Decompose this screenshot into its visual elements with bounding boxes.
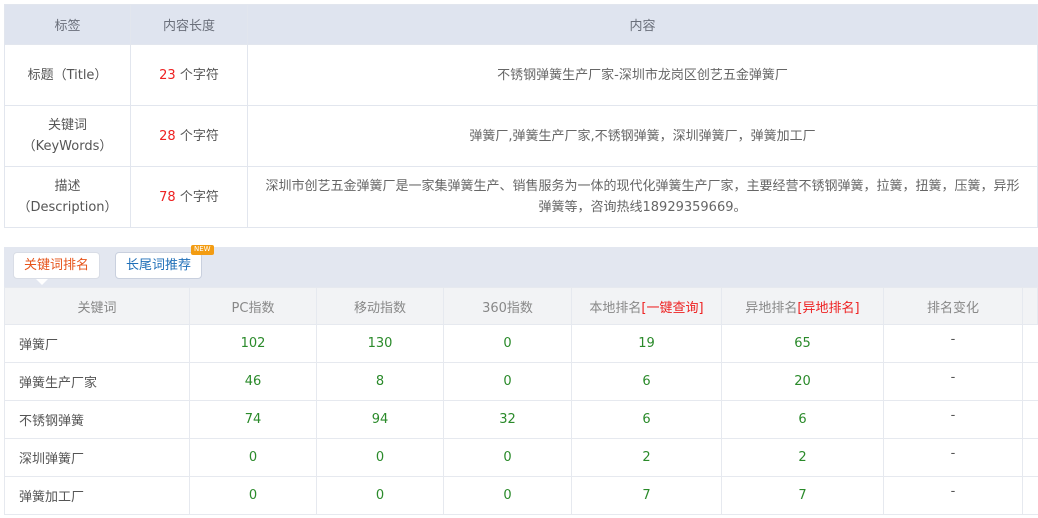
rank-change: - <box>883 400 1023 439</box>
rank-change: - <box>883 362 1023 401</box>
rank-header-remote-label: 异地排名 <box>745 300 798 316</box>
meta-label-text: 标题（Title） <box>27 67 108 83</box>
rank-extra <box>1022 400 1038 439</box>
meta-count: 78 <box>159 189 176 205</box>
rank-pc-index: 0 <box>189 438 317 477</box>
rank-mobile-index: 94 <box>316 400 444 439</box>
rank-360-index: 0 <box>443 324 572 363</box>
tab-longtail-label: 长尾词推荐 <box>126 258 192 273</box>
rank-extra <box>1022 324 1038 363</box>
meta-table: 标签 内容长度 内容 标题（Title） 23 个字符 不锈钢弹簧生产厂家-深圳… <box>4 4 1038 228</box>
meta-length: 23 个字符 <box>130 44 248 106</box>
meta-length: 78 个字符 <box>130 166 248 228</box>
meta-row-keywords: 关键词 （KeyWords） 28 个字符 弹簧厂,弹簧生产厂家,不锈钢弹簧，深… <box>4 105 1038 167</box>
meta-label: 标题（Title） <box>4 44 131 106</box>
meta-count: 28 <box>159 128 176 144</box>
rank-pc-index: 74 <box>189 400 317 439</box>
rank-remote: 2 <box>721 438 884 477</box>
rank-change: - <box>883 324 1023 363</box>
meta-count: 23 <box>159 67 176 83</box>
meta-unit: 个字符 <box>175 128 219 144</box>
meta-label-text: 描述 <box>54 179 81 194</box>
meta-label-text: 关键词 <box>47 118 87 133</box>
rank-mobile-index: 0 <box>316 476 444 515</box>
rank-360-index: 0 <box>443 362 572 401</box>
new-badge: NEW <box>191 245 214 255</box>
rank-360-index: 0 <box>443 438 572 477</box>
one-click-query-link[interactable]: [一键查询] <box>641 301 703 316</box>
rank-360-index: 0 <box>443 476 572 515</box>
meta-label-sub: （Description） <box>17 200 118 215</box>
rank-change: - <box>883 438 1023 477</box>
rank-remote: 20 <box>721 362 884 401</box>
tab-longtail[interactable]: 长尾词推荐 <box>115 252 203 279</box>
rank-pc-index: 46 <box>189 362 317 401</box>
rank-local: 7 <box>571 476 722 515</box>
rank-local: 6 <box>571 400 722 439</box>
rank-mobile-index: 130 <box>316 324 444 363</box>
rank-table: 关键词 PC指数 移动指数 360指数 本地排名[一键查询] 异地排名[异地排名… <box>4 287 1038 515</box>
meta-content: 深圳市创艺五金弹簧厂是一家集弹簧生产、销售服务为一体的现代化弹簧生产厂家，主要经… <box>247 166 1038 228</box>
rank-extra <box>1022 476 1038 515</box>
rank-header-local: 本地排名[一键查询] <box>571 287 722 325</box>
rank-header-change: 排名变化 <box>883 287 1023 325</box>
rank-header-keyword: 关键词 <box>4 287 190 325</box>
tab-keyword-rank-label: 关键词排名 <box>24 258 90 273</box>
rank-header-row: 关键词 PC指数 移动指数 360指数 本地排名[一键查询] 异地排名[异地排名… <box>4 287 1038 325</box>
remote-rank-link[interactable]: [异地排名] <box>797 301 859 316</box>
meta-label-sub: （KeyWords） <box>22 139 113 154</box>
meta-row-title: 标题（Title） 23 个字符 不锈钢弹簧生产厂家-深圳市龙岗区创艺五金弹簧厂 <box>4 44 1038 106</box>
rank-header-pc: PC指数 <box>189 287 317 325</box>
meta-row-description: 描述 （Description） 78 个字符 深圳市创艺五金弹簧厂是一家集弹簧… <box>4 166 1038 228</box>
meta-header-row: 标签 内容长度 内容 <box>4 4 1038 45</box>
meta-header-length: 内容长度 <box>130 4 248 45</box>
table-row: 不锈钢弹簧 74 94 32 6 6- <box>4 400 1038 439</box>
rank-extra <box>1022 438 1038 477</box>
rank-local: 6 <box>571 362 722 401</box>
rank-change-value: - <box>950 408 956 423</box>
rank-keyword: 深圳弹簧厂 <box>4 438 190 477</box>
rank-header-mobile: 移动指数 <box>316 287 444 325</box>
rank-mobile-index: 8 <box>316 362 444 401</box>
table-row: 弹簧厂 102 130 0 19 65 - <box>4 324 1038 363</box>
meta-unit: 个字符 <box>175 67 219 83</box>
rank-header-local-label: 本地排名 <box>589 300 642 316</box>
rank-change-value: - <box>950 370 956 385</box>
meta-content: 不锈钢弹簧生产厂家-深圳市龙岗区创艺五金弹簧厂 <box>247 44 1038 106</box>
rank-remote: 7 <box>721 476 884 515</box>
table-row: 弹簧生产厂家 46 8 0 6 20 - <box>4 362 1038 401</box>
rank-extra <box>1022 362 1038 401</box>
rank-pc-index: 0 <box>189 476 317 515</box>
rank-remote: 6 <box>721 400 884 439</box>
rank-change: - <box>883 476 1023 515</box>
tab-keyword-rank[interactable]: 关键词排名 <box>13 252 101 285</box>
rank-remote: 65 <box>721 324 884 363</box>
rank-change-value: - <box>950 446 956 461</box>
rank-keyword: 弹簧加工厂 <box>4 476 190 515</box>
rank-keyword: 弹簧生产厂家 <box>4 362 190 401</box>
tab-active-pointer <box>36 279 48 285</box>
rank-change-value: - <box>950 332 956 347</box>
rank-keyword: 不锈钢弹簧 <box>4 400 190 439</box>
rank-local: 2 <box>571 438 722 477</box>
rank-local: 19 <box>571 324 722 363</box>
meta-label: 关键词 （KeyWords） <box>4 105 131 167</box>
rank-360-index: 32 <box>443 400 572 439</box>
meta-label: 描述 （Description） <box>4 166 131 228</box>
rank-tab-bar: 关键词排名 长尾词推荐 NEW <box>4 245 1038 287</box>
meta-length: 28 个字符 <box>130 105 248 167</box>
rank-keyword: 弹簧厂 <box>4 324 190 363</box>
table-row: 深圳弹簧厂 0 0 0 2 2- <box>4 438 1038 477</box>
rank-pc-index: 102 <box>189 324 317 363</box>
meta-content: 弹簧厂,弹簧生产厂家,不锈钢弹簧，深圳弹簧厂，弹簧加工厂 <box>247 105 1038 167</box>
rank-change-value: - <box>950 484 956 499</box>
table-row: 弹簧加工厂 0 0 0 7 7- <box>4 476 1038 515</box>
meta-unit: 个字符 <box>175 189 219 205</box>
meta-header-label: 标签 <box>4 4 131 45</box>
rank-header-remote: 异地排名[异地排名] <box>721 287 884 325</box>
rank-header-360: 360指数 <box>443 287 572 325</box>
rank-mobile-index: 0 <box>316 438 444 477</box>
meta-header-content: 内容 <box>247 4 1038 45</box>
rank-header-extra <box>1022 287 1038 325</box>
